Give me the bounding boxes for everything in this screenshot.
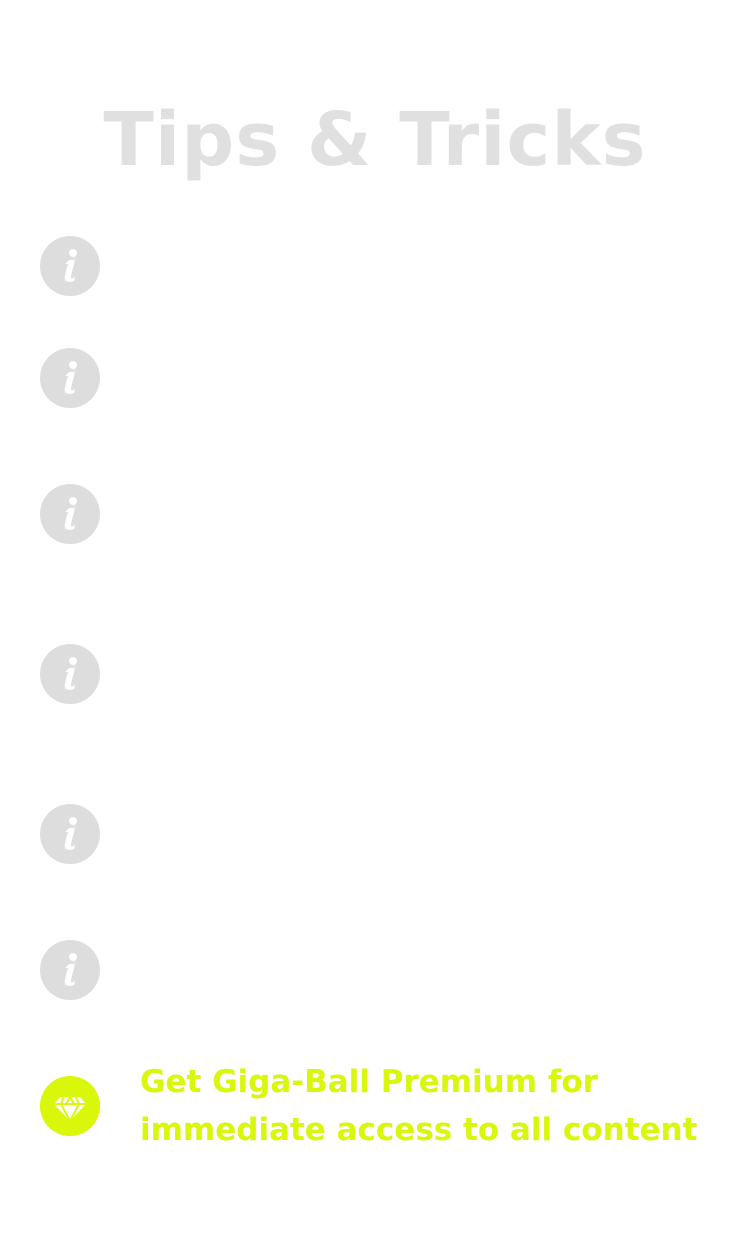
tip-item bbox=[40, 348, 100, 408]
info-icon bbox=[40, 236, 100, 296]
premium-promo-text[interactable]: Get Giga-Ball Premium for immediate acce… bbox=[140, 1058, 720, 1154]
tip-item bbox=[40, 484, 100, 544]
diamond-icon bbox=[40, 1076, 100, 1136]
tip-item bbox=[40, 236, 100, 296]
info-icon bbox=[40, 804, 100, 864]
info-icon bbox=[40, 940, 100, 1000]
info-icon bbox=[40, 348, 100, 408]
tip-item bbox=[40, 804, 100, 864]
tip-item bbox=[40, 644, 100, 704]
page-title: Tips & Tricks bbox=[103, 97, 647, 183]
info-icon bbox=[40, 644, 100, 704]
premium-promo-line2: immediate access to all content bbox=[140, 1112, 698, 1148]
premium-promo[interactable]: Get Giga-Ball Premium for immediate acce… bbox=[40, 1058, 720, 1158]
premium-promo-line1: Get Giga-Ball Premium for bbox=[140, 1064, 598, 1100]
info-icon bbox=[40, 484, 100, 544]
tip-item bbox=[40, 940, 100, 1000]
